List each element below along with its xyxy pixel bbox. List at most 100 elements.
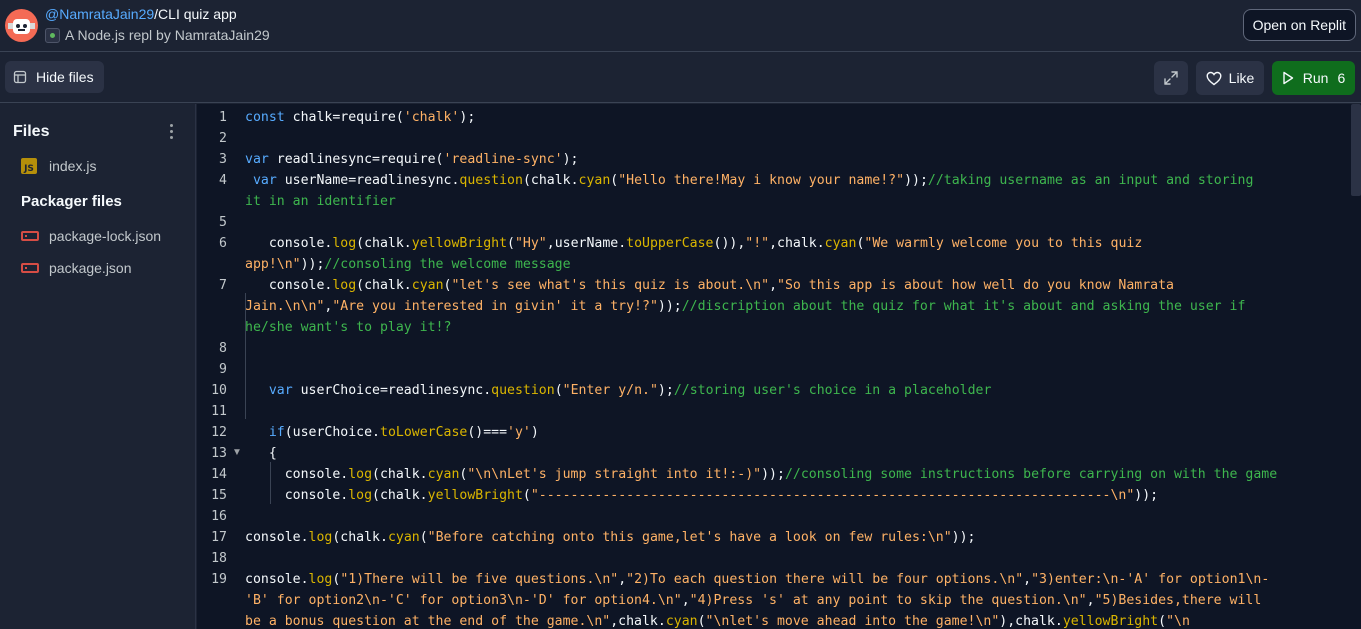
code-line: be a bonus question at the end of the ga… (245, 611, 1190, 629)
repl-title: @NamrataJain29/CLI quiz app (45, 6, 237, 22)
line-number: 14 (211, 467, 227, 482)
code-token: ( (554, 383, 563, 398)
heart-icon (1206, 71, 1222, 85)
open-on-replit-button[interactable]: Open on Replit (1242, 9, 1356, 41)
fold-arrow-icon[interactable]: ▼ (232, 447, 242, 458)
code-token: log (332, 278, 357, 293)
packager-files-heading: Packager files (21, 193, 122, 210)
line-number: 5 (219, 215, 227, 230)
code-editor[interactable]: 1 2 3 4 5 6 7 8 9 10 11 12 13 14 15 16 17 18 19 ▼ const cha… (197, 104, 1361, 629)
file-name: package.json (49, 260, 132, 276)
expand-icon (1164, 71, 1178, 85)
code-token: ( (522, 488, 531, 503)
run-button[interactable]: Run 6 (1272, 61, 1355, 95)
code-token: "3)enter:\n-'A' for option1\n- (1031, 572, 1270, 587)
code-line: it in an identifier (245, 191, 396, 212)
code-token: //taking username as an input and storin… (927, 173, 1254, 188)
line-number: 15 (211, 488, 227, 503)
avatar[interactable] (5, 9, 38, 42)
code-token: ); (459, 110, 476, 125)
code-token: if (268, 425, 285, 440)
code-line: const chalk=require('chalk'); (245, 107, 475, 128)
code-token: console. (245, 488, 349, 503)
code-token: ( (507, 236, 515, 251)
code-token: he/she want's to play it!? (245, 320, 452, 335)
code-token: toUpperCase (626, 236, 714, 251)
code-token: (chalk. (356, 236, 412, 251)
code-token: "!" (745, 236, 770, 251)
file-item-package-json[interactable]: package.json (13, 254, 188, 282)
owner-link[interactable]: @NamrataJain29 (45, 6, 154, 22)
code-token: "\n\nLet's jump straight into it!:-)" (467, 467, 762, 482)
line-number: 10 (211, 383, 227, 398)
code-token: "---------------------------------------… (530, 488, 1135, 503)
code-token: "So this app is about how well do you kn… (777, 278, 1174, 293)
file-item-package-lock-json[interactable]: package-lock.json (13, 222, 188, 250)
line-number: 1 (219, 110, 227, 125)
code-token: log (308, 572, 333, 587)
file-item-index-js[interactable]: JS index.js (13, 152, 188, 180)
line-number: 12 (211, 425, 227, 440)
code-line: { (245, 443, 277, 464)
code-token: "1)There will be five questions.\n" (340, 572, 619, 587)
code-token: //consoling some instructions before car… (784, 467, 1278, 482)
code-token: ( (419, 530, 428, 545)
code-token: ) (530, 425, 539, 440)
code-token: )); (300, 257, 325, 272)
files-panel-icon (13, 70, 27, 84)
code-token: log (348, 488, 373, 503)
code-token: (userChoice. (284, 425, 380, 440)
code-token: 'chalk' (403, 110, 460, 125)
code-token: ); (562, 152, 579, 167)
repl-name: CLI quiz app (158, 6, 237, 22)
line-number: 6 (219, 236, 227, 251)
code-line: Jain.\n\n","Are you interested in givin'… (245, 296, 1245, 317)
editor-scrollbar[interactable] (1351, 104, 1361, 196)
robot-face-icon (13, 19, 30, 34)
code-token: "Are you interested in givin' it a try!?… (332, 299, 658, 314)
code-token: console. (245, 530, 309, 545)
code-token: be a bonus question at the end of the ga… (245, 614, 611, 629)
code-line: if(userChoice.toLowerCase()==='y') (245, 422, 539, 443)
nodejs-icon (45, 27, 60, 43)
code-token: chalk=require( (284, 110, 404, 125)
code-token: cyan (665, 614, 698, 629)
code-token: cyan (578, 173, 611, 188)
line-number: 8 (219, 341, 227, 356)
code-token: readlinesync=require( (268, 152, 444, 167)
json-file-icon (21, 231, 39, 241)
hide-files-button[interactable]: Hide files (5, 61, 104, 93)
code-token: log (348, 467, 373, 482)
code-token: (chalk. (372, 488, 428, 503)
code-token: //storing user's choice in a placeholder (673, 383, 992, 398)
code-token: "4)Press 's' at any point to skip the qu… (689, 593, 1087, 608)
run-label: Run (1302, 70, 1329, 86)
code-line: var readlinesync=require('readline-sync'… (245, 149, 578, 170)
code-token: ,chalk. (769, 236, 825, 251)
code-line: he/she want's to play it!? (245, 317, 451, 338)
files-menu-icon[interactable] (166, 122, 176, 142)
expand-button[interactable] (1154, 61, 1188, 95)
code-token: "Enter y/n." (562, 383, 658, 398)
code-token: const (245, 110, 285, 125)
code-line: console.log(chalk.cyan("\n\nLet's jump s… (245, 464, 1278, 485)
code-token: userName=readlinesync. (276, 173, 460, 188)
code-token: ,userName. (546, 236, 627, 251)
code-token: it in an identifier (245, 194, 396, 209)
files-sidebar: Files JS index.js Packager files package… (0, 104, 196, 629)
code-token: (chalk. (332, 530, 388, 545)
code-token: (chalk. (522, 173, 579, 188)
like-label: Like (1228, 70, 1255, 86)
like-button[interactable]: Like (1196, 61, 1264, 95)
code-token: , (1023, 572, 1032, 587)
avatar-ear-right (30, 23, 35, 29)
code-token: console. (245, 278, 333, 293)
repl-header: @NamrataJain29/CLI quiz app A Node.js re… (0, 0, 1361, 52)
code-line: var userName=readlinesync.question(chalk… (245, 170, 1253, 191)
play-icon (1283, 71, 1293, 85)
repl-subtitle: A Node.js repl by NamrataJain29 (45, 27, 270, 43)
code-token: , (1086, 593, 1095, 608)
code-token: 'y' (507, 425, 531, 440)
